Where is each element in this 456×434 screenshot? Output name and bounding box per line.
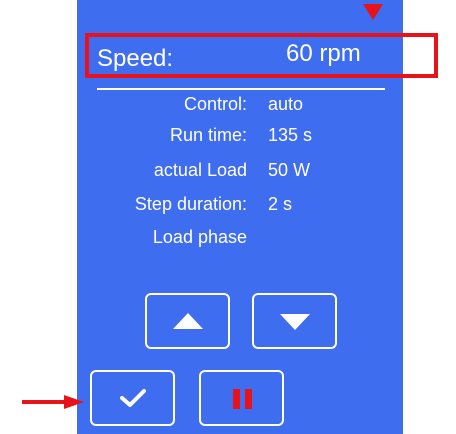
pause-button[interactable] (199, 370, 284, 426)
annotation-arrow-right-icon (22, 395, 84, 409)
annotation-arrow-down-icon (363, 4, 383, 20)
triangle-down-icon (280, 314, 310, 330)
control-label: Control: (183, 94, 247, 114)
run-time-value: 135 s (268, 125, 313, 145)
triangle-up-icon (173, 313, 203, 329)
run-time-label: Run time: (169, 125, 247, 145)
actual-load-value: 50 W (268, 160, 311, 180)
step-duration-label: Step duration: (134, 194, 247, 214)
pause-icon (233, 389, 253, 409)
actual-load-label: actual Load (153, 160, 247, 180)
step-duration-value: 2 s (268, 194, 293, 214)
speed-label: Speed: (97, 45, 174, 72)
divider (97, 88, 385, 90)
confirm-button[interactable] (90, 370, 175, 426)
checkmark-icon (120, 389, 146, 407)
speed-value: 60 rpm (286, 40, 361, 67)
up-button[interactable] (145, 293, 230, 349)
control-value: auto (268, 94, 304, 114)
down-button[interactable] (252, 293, 337, 349)
load-phase-label: Load phase (152, 227, 247, 247)
